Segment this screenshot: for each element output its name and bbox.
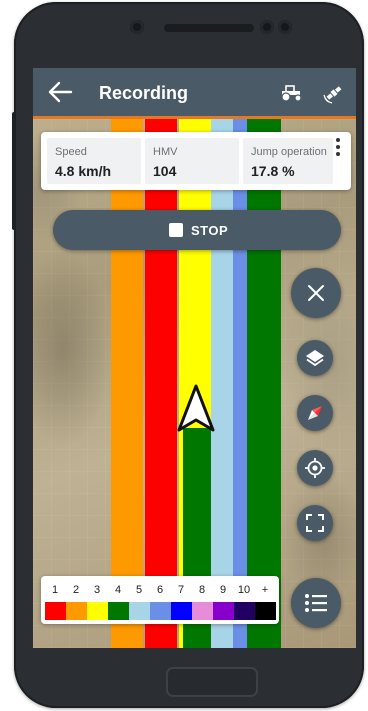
stop-label: STOP: [191, 223, 229, 238]
stop-button[interactable]: STOP: [53, 210, 341, 250]
coverage-stripe: [233, 118, 247, 648]
phone-speaker: [164, 24, 254, 32]
close-button[interactable]: [291, 268, 341, 318]
legend-swatch: [129, 602, 150, 620]
legend-swatch: [66, 602, 87, 620]
info-value: 4.8 km/h: [55, 163, 112, 179]
legend-swatch: [255, 602, 276, 620]
list-menu-button[interactable]: [291, 578, 341, 628]
legend-swatch: [45, 602, 66, 620]
info-jump-operation: Jump operation 17.8 %: [243, 138, 333, 184]
info-speed: Speed 4.8 km/h: [47, 138, 141, 184]
navigation-arrow-icon: [177, 384, 215, 432]
gps-locate-icon: [305, 458, 325, 478]
legend-swatch: [213, 602, 234, 620]
close-icon: [308, 285, 324, 301]
legend-label: 4: [114, 584, 122, 596]
legend-label: 3: [93, 584, 101, 596]
legend-swatch: [171, 602, 192, 620]
layers-button[interactable]: [297, 340, 333, 376]
coverage-stripe: [247, 118, 281, 648]
layers-icon: [306, 350, 324, 367]
compass-button[interactable]: [297, 395, 333, 431]
fullscreen-button[interactable]: [297, 505, 333, 541]
legend-label: 8: [198, 584, 206, 596]
legend-swatch: [234, 602, 255, 620]
legend-label: 9: [219, 584, 227, 596]
info-value: 17.8 %: [251, 163, 295, 179]
recording-info-card: Speed 4.8 km/h HMV 104 Jump operation 17…: [41, 132, 351, 190]
app-screen: Recording Speed 4.8 km/h HMV 104 Jump op…: [33, 68, 356, 648]
list-icon: [305, 594, 327, 612]
legend-label: 1: [51, 584, 59, 596]
compass-icon: [308, 406, 322, 420]
arrow-left-icon[interactable]: [47, 80, 73, 104]
phone-sensor: [260, 20, 274, 34]
satellite-icon[interactable]: [323, 82, 345, 104]
phone-sensor: [278, 20, 292, 34]
phone-side-button[interactable]: [12, 112, 16, 230]
legend-label: 6: [156, 584, 164, 596]
legend-label: 5: [135, 584, 143, 596]
phone-camera: [130, 20, 144, 34]
legend-label: 10: [237, 584, 251, 596]
tractor-icon[interactable]: [279, 84, 303, 102]
stop-icon: [169, 223, 183, 237]
info-label: HMV: [153, 146, 178, 158]
phone-home-button[interactable]: [166, 667, 258, 697]
page-title: Recording: [99, 83, 189, 103]
info-label: Jump operation: [251, 146, 327, 158]
legend-swatch: [192, 602, 213, 620]
legend-label: 7: [177, 584, 185, 596]
legend-swatch: [87, 602, 108, 620]
fullscreen-icon: [306, 514, 324, 532]
legend-swatch: [150, 602, 171, 620]
legend-label: +: [261, 584, 269, 596]
coverage-legend: 1 2 3 4 5 6 7 8 9 10 +: [41, 576, 279, 624]
legend-swatch: [108, 602, 129, 620]
info-hmv: HMV 104: [145, 138, 239, 184]
more-options-icon[interactable]: [333, 136, 343, 160]
app-bar: Recording: [33, 68, 356, 119]
info-label: Speed: [55, 146, 87, 158]
locate-button[interactable]: [297, 450, 333, 486]
coverage-stripe: [145, 118, 177, 648]
legend-label: 2: [72, 584, 80, 596]
coverage-stripe: [111, 118, 143, 648]
info-value: 104: [153, 163, 177, 179]
